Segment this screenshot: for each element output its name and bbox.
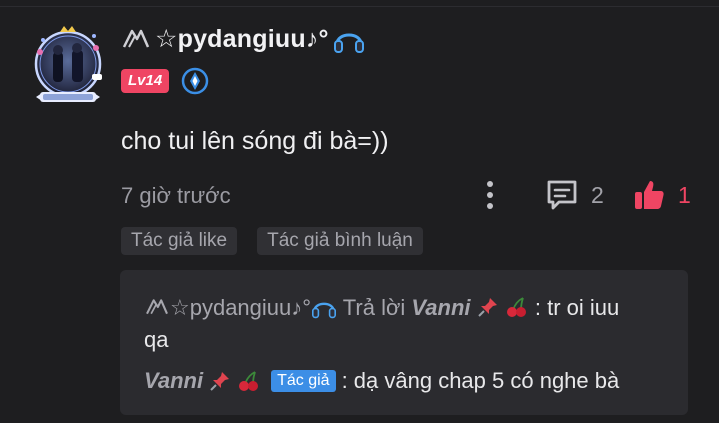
headphones-icon [312, 302, 337, 319]
comment-body: cho tui lên sóng đi bà=)) [121, 127, 389, 155]
reply-text-continued: qa [144, 327, 169, 352]
avatar[interactable] [28, 22, 108, 108]
author-badge: Tác giả [271, 370, 336, 392]
reply-author-name[interactable]: Vanni [144, 366, 203, 396]
reply-button[interactable]: 2 [545, 178, 604, 212]
reply-action: Trả lời [342, 295, 406, 320]
reply-text: : tr oi iuu [534, 295, 620, 320]
ribbon-icon [146, 299, 168, 315]
thumbs-up-icon [635, 181, 664, 209]
headphones-icon [333, 33, 364, 53]
level-diamond-icon [181, 67, 209, 95]
divider [0, 6, 719, 7]
reply-item[interactable]: ☆pydangiuu♪° Trả lời Vanni : tr oi iuu q… [144, 292, 664, 356]
reply-count: 2 [591, 181, 604, 208]
reply-author-name[interactable]: ☆pydangiuu♪° [170, 295, 311, 320]
like-button[interactable]: 1 [632, 178, 691, 212]
comment-author-name[interactable]: ☆pydangiuu♪° [121, 24, 365, 54]
level-badge: Lv14 [121, 69, 170, 93]
author-badges: Lv14 [121, 67, 209, 95]
pushpin-icon [210, 372, 230, 391]
like-count: 1 [678, 181, 691, 208]
comment-tags: Tác giả like Tác giả bình luận [121, 227, 423, 255]
comment-bubble-icon [547, 180, 577, 210]
tag-author-commented: Tác giả bình luận [257, 227, 423, 255]
reply-item[interactable]: Vanni Tác giả : dạ vâng chap 5 có nghe b… [144, 366, 664, 396]
tag-author-liked: Tác giả like [121, 227, 238, 255]
comment-timestamp: 7 giờ trước [121, 183, 231, 208]
ribbon-icon [122, 29, 150, 48]
avatar-image [34, 26, 102, 102]
comment-page: ☆pydangiuu♪° Lv14 cho tui lên sóng đi bà… [0, 0, 719, 423]
replies-container[interactable]: ☆pydangiuu♪° Trả lời Vanni : tr oi iuu q… [120, 270, 688, 415]
cherries-icon [506, 297, 526, 317]
pushpin-icon [477, 298, 497, 317]
more-vertical-icon[interactable] [478, 179, 502, 211]
author-name-text: ☆pydangiuu♪° [155, 25, 329, 53]
cherries-icon [239, 371, 259, 391]
reply-target-name[interactable]: Vanni [411, 295, 470, 320]
reply-text: : dạ vâng chap 5 có nghe bà [341, 368, 620, 393]
